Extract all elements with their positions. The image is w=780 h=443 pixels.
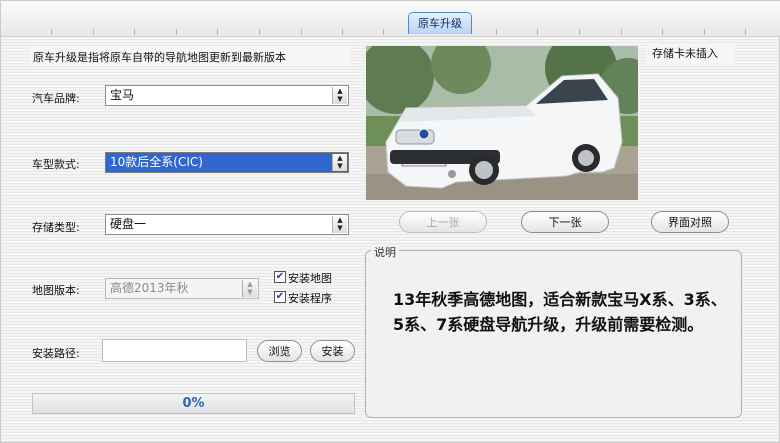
brand-value: 宝马 [110, 88, 135, 102]
install-map-label: 安装地图 [288, 272, 332, 285]
tab-bar-ticks [1, 29, 780, 37]
install-program-checkbox[interactable]: ✔ [274, 291, 286, 303]
intro-text: 原车升级是指将原车自带的导航地图更新到最新版本 [33, 51, 286, 64]
compare-screens-button[interactable]: 界面对照 [651, 211, 729, 233]
map-version-label: 地图版本: [32, 284, 80, 297]
app-window: 原车升级 原车升级是指将原车自带的导航地图更新到最新版本 存储卡未插入 汽车品牌… [0, 0, 780, 443]
spin-arrows-icon[interactable]: ▲ ▼ [332, 154, 347, 171]
car-photo-icon [366, 46, 638, 200]
brand-select[interactable]: 宝马 ▲ ▼ [105, 85, 349, 106]
install-button[interactable]: 安装 [310, 340, 355, 362]
tab-car-upgrade[interactable]: 原车升级 [408, 12, 472, 34]
storage-type-label: 存储类型: [32, 221, 80, 234]
spin-arrows-icon[interactable]: ▲ ▼ [332, 216, 347, 233]
install-path-label: 安装路径: [32, 347, 80, 360]
storage-card-status: 存储卡未插入 [652, 47, 718, 60]
map-version-value: 高德2013年秋 [110, 281, 189, 295]
spin-arrows-icon[interactable]: ▲ ▼ [242, 280, 257, 297]
description-title: 说明 [371, 244, 399, 260]
next-image-button[interactable]: 下一张 [521, 211, 609, 233]
model-value: 10款后全系(CIC) [110, 155, 203, 169]
spin-arrows-icon[interactable]: ▲ ▼ [332, 87, 347, 104]
install-progress-bar: 0% [32, 393, 355, 414]
install-map-checkbox[interactable]: ✔ [274, 271, 286, 283]
storage-type-value: 硬盘一 [110, 217, 147, 231]
map-version-select[interactable]: 高德2013年秋 ▲ ▼ [105, 278, 259, 299]
browse-button[interactable]: 浏览 [257, 340, 302, 362]
model-label: 车型款式: [32, 158, 80, 171]
install-path-input[interactable] [102, 339, 247, 362]
progress-label: 0% [182, 396, 205, 411]
model-select[interactable]: 10款后全系(CIC) ▲ ▼ [105, 152, 349, 173]
storage-type-select[interactable]: 硬盘一 ▲ ▼ [105, 214, 349, 235]
car-photo [366, 46, 638, 200]
prev-image-button[interactable]: 上一张 [399, 211, 487, 233]
tab-bar: 原车升级 [1, 1, 780, 37]
brand-label: 汽车品牌: [32, 92, 80, 105]
description-text: 13年秋季高德地图，适合新款宝马X系、3系、5系、7系硬盘导航升级，升级前需要检… [393, 290, 727, 334]
install-program-label: 安装程序 [288, 292, 332, 305]
